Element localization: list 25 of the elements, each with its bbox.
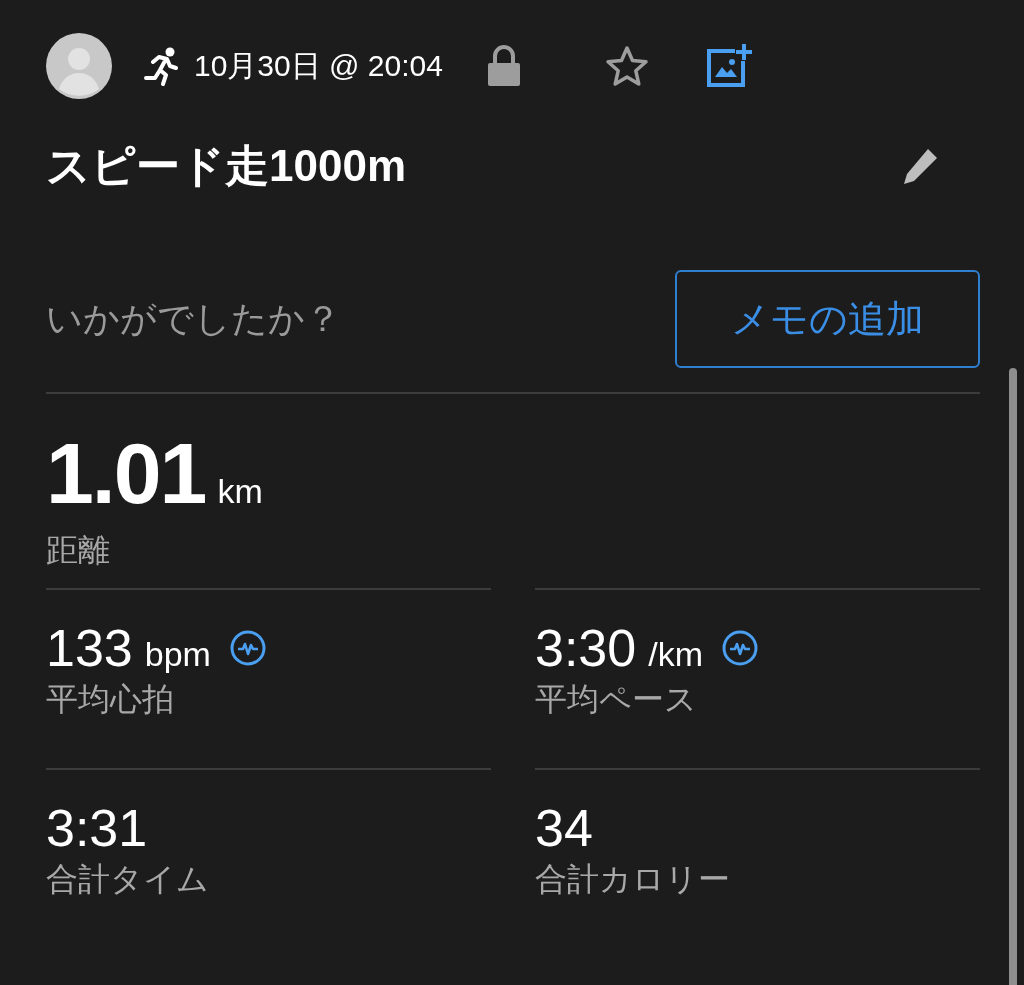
stat-label: 距離	[46, 531, 111, 570]
activity-datetime: 10月30日 @ 20:04	[194, 47, 443, 84]
activity-chart-icon[interactable]	[228, 629, 267, 667]
distance-value: 1.01	[46, 424, 206, 523]
stat-value: 34	[535, 798, 593, 858]
avatar[interactable]	[46, 33, 112, 99]
activity-title: スピード走1000m	[46, 139, 406, 192]
stat-unit: /km	[648, 635, 703, 674]
stat-value: 133	[46, 618, 133, 678]
distance-unit: km	[217, 472, 263, 511]
add-memo-button[interactable]: メモの追加	[675, 270, 980, 368]
star-icon[interactable]	[604, 45, 649, 87]
stat-label: 平均ペース	[535, 680, 698, 719]
add-photo-icon[interactable]	[704, 43, 753, 89]
stat-unit: bpm	[144, 635, 211, 674]
stat-label: 合計タイム	[46, 860, 210, 899]
stat-label: 合計カロリー	[535, 860, 731, 899]
prompt-text: いかがでしたか？	[46, 296, 341, 341]
stat-label: 平均心拍	[46, 680, 175, 719]
scrollbar[interactable]	[1009, 368, 1017, 985]
lock-icon[interactable]	[486, 45, 521, 87]
activity-chart-icon[interactable]	[721, 629, 759, 667]
running-icon	[142, 46, 180, 86]
stat-value: 3:30	[535, 618, 637, 678]
stat-value: 3:31	[46, 798, 148, 858]
